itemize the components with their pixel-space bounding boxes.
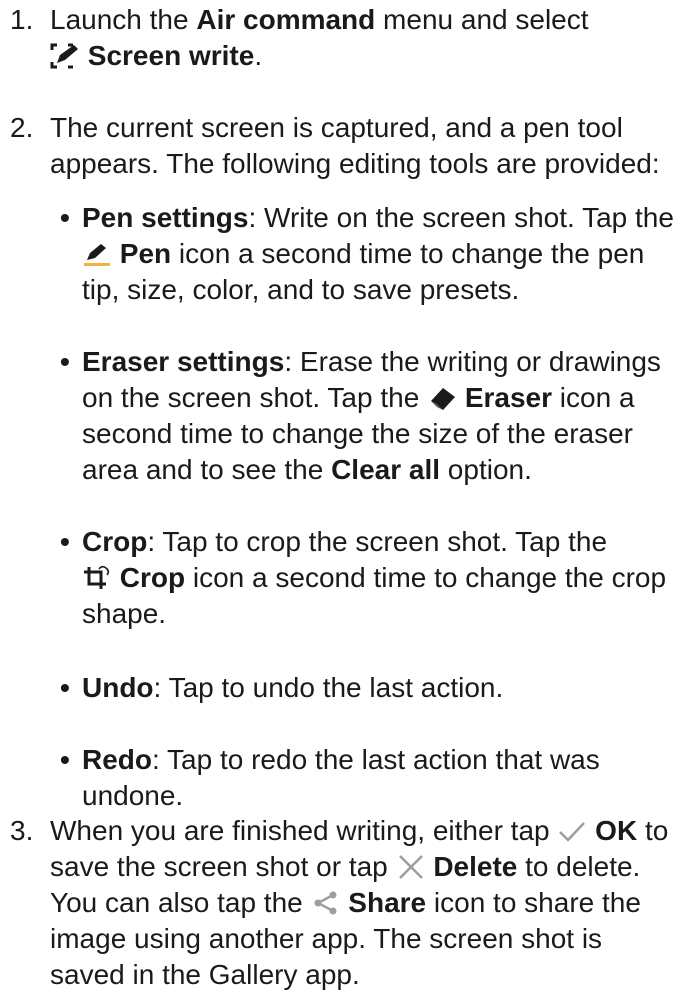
step-text: When you are finished writing, either ta… [50, 815, 669, 990]
crop-icon [82, 565, 112, 591]
pen-icon [82, 241, 112, 267]
ok-label: OK [595, 815, 638, 846]
tool-description: Crop: Tap to crop the screen shot. Tap t… [82, 526, 667, 629]
tool-description: Eraser settings: Erase the writing or dr… [82, 346, 661, 485]
air-command-label: Air command [196, 4, 376, 35]
bullet-dot: • [60, 744, 70, 775]
tool-name: Eraser settings [82, 346, 285, 377]
pen-label: Pen [119, 238, 172, 269]
tool-description: Undo: Tap to undo the last action. [82, 672, 504, 703]
tool-name: Undo [82, 672, 154, 703]
delete-label: Delete [433, 851, 518, 882]
tool-description: Redo: Tap to redo the last action that w… [82, 744, 600, 811]
step-text: Launch the Air command menu and select S… [50, 4, 589, 71]
instruction-document: 1. Launch the Air command menu and selec… [0, 0, 681, 990]
delete-icon [396, 854, 426, 880]
bullet-dot: • [60, 346, 70, 377]
clear-all-label: Clear all [331, 454, 441, 485]
step-number: 2. [10, 112, 34, 143]
tool-name: Redo [82, 744, 152, 775]
screen-write-label: Screen write [87, 40, 255, 71]
step-text: The current screen is captured, and a pe… [50, 112, 660, 179]
eraser-label: Eraser [464, 382, 553, 413]
check-icon [557, 818, 587, 844]
share-icon [311, 890, 341, 916]
bullet-dot: • [60, 526, 70, 557]
bullet-dot: • [60, 202, 70, 233]
step-number: 1. [10, 4, 34, 35]
eraser-icon [427, 385, 457, 411]
tool-description: Pen settings: Write on the screen shot. … [82, 202, 674, 305]
step-number: 3. [10, 815, 34, 846]
tool-name: Crop [82, 526, 148, 557]
crop-label: Crop [119, 562, 186, 593]
screen-write-icon [50, 43, 80, 69]
tool-name: Pen settings [82, 202, 249, 233]
share-label: Share [348, 887, 427, 918]
bullet-dot: • [60, 672, 70, 703]
